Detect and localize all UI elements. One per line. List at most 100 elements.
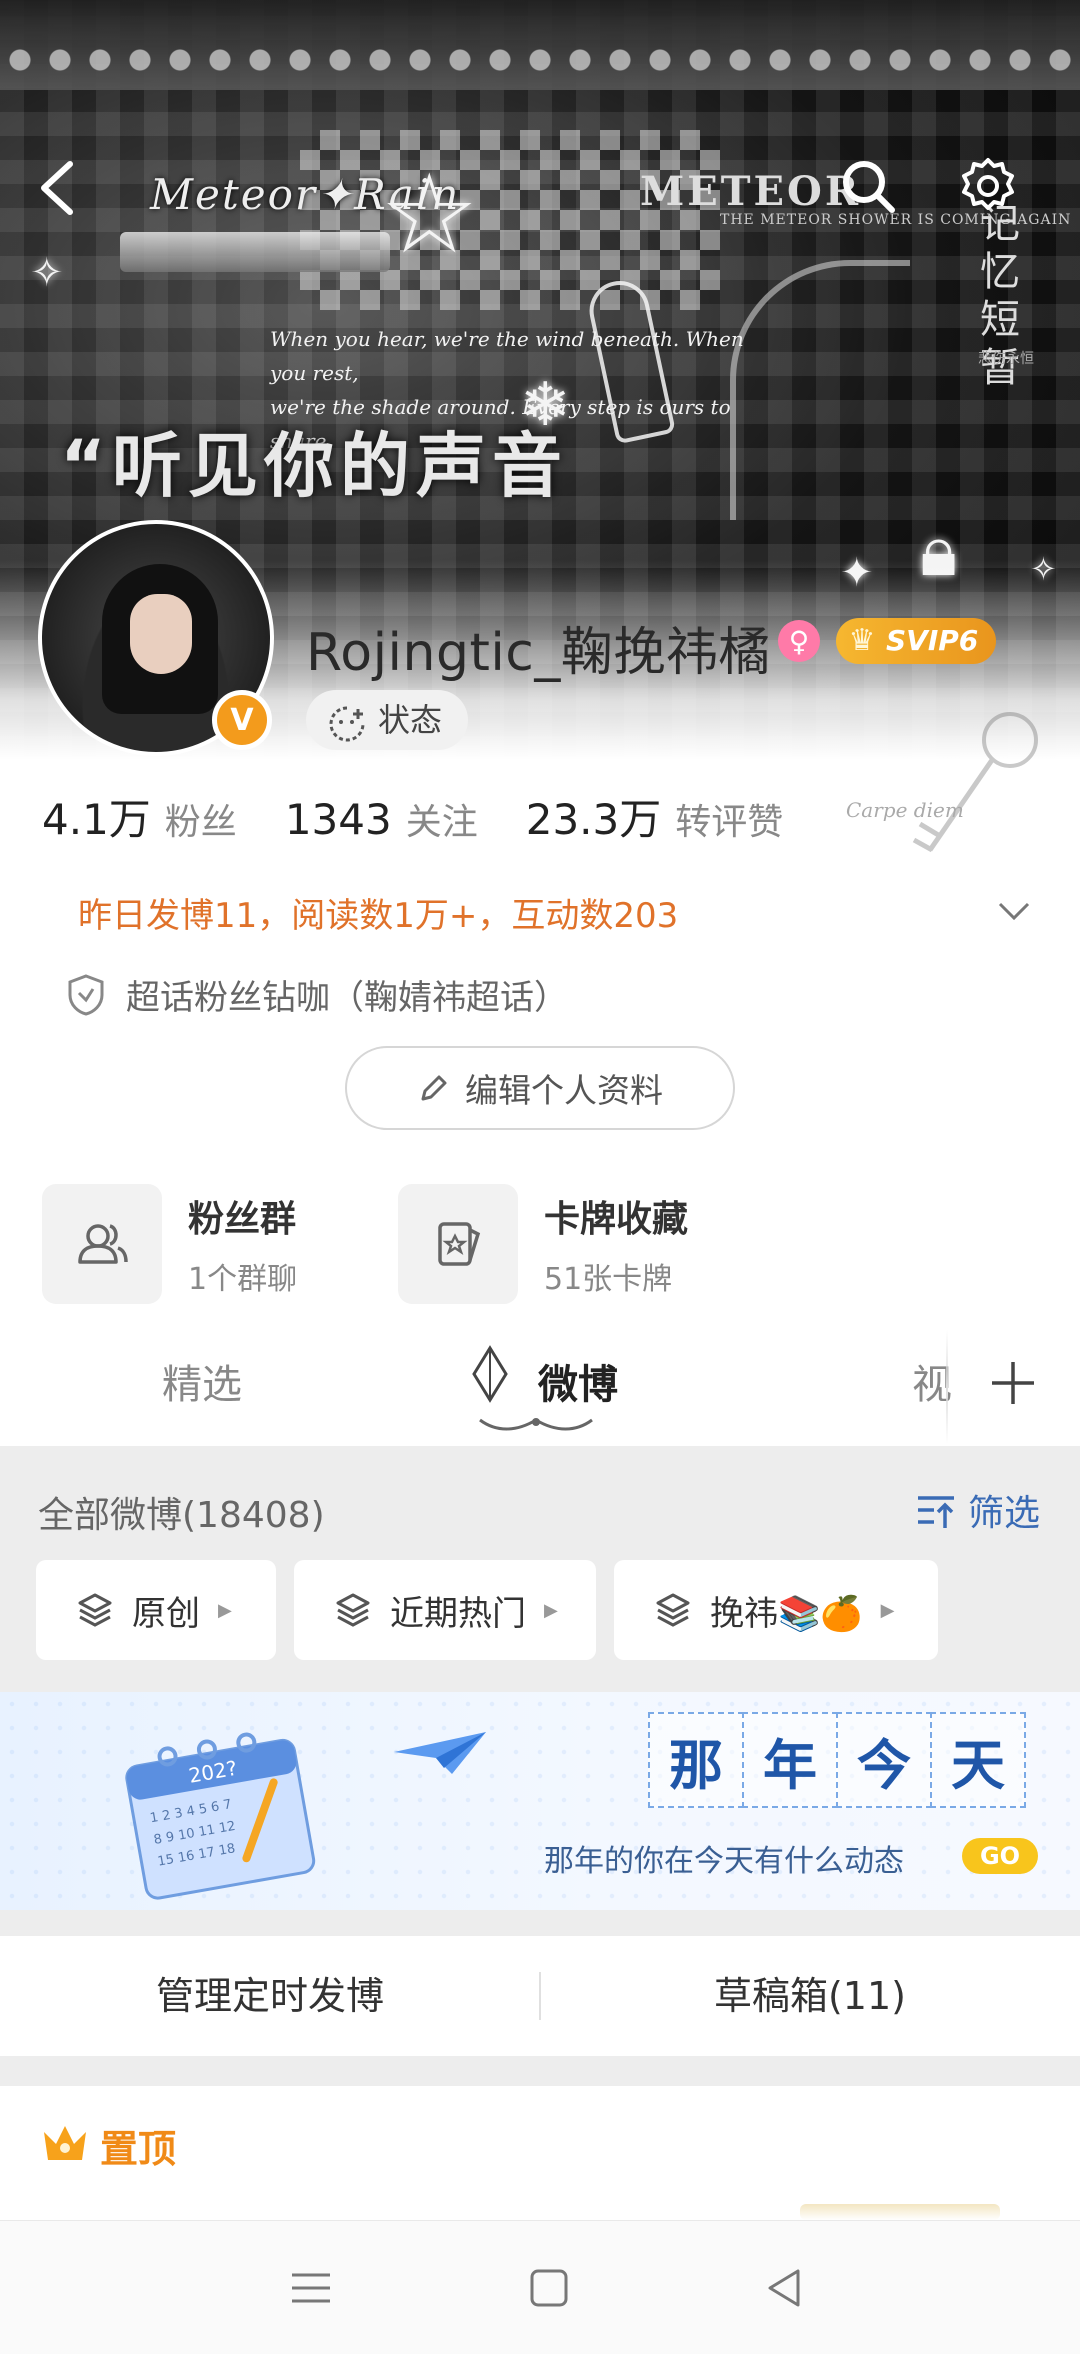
tab-badge-icon (472, 1345, 508, 1403)
profile-stats: 4.1万 粉丝 1343 关注 23.3万 转评赞 (42, 786, 831, 847)
chip-arrow-icon: ▶ (544, 1599, 558, 1621)
title-char: 天 (930, 1712, 1026, 1808)
card-collection-card[interactable]: 卡牌收藏 51张卡牌 (398, 1184, 688, 1304)
stat-followers[interactable]: 4.1万 粉丝 (42, 786, 237, 847)
shield-icon (68, 973, 104, 1016)
fan-group-title: 粉丝群 (188, 1199, 297, 1240)
lace-decoration (0, 0, 1080, 90)
layers-icon (656, 1593, 690, 1627)
avatar-container[interactable]: V (38, 520, 274, 756)
fan-group-sub: 1个群聊 (188, 1262, 298, 1297)
on-this-day-subtitle: 那年的你在今天有什么动态 (544, 1844, 904, 1879)
all-weibo-count: 全部微博(18408) (38, 1495, 325, 1536)
card-collection-icon-box (398, 1184, 518, 1304)
add-tab-icon[interactable] (986, 1356, 1040, 1410)
stat-number: 1343 (284, 795, 392, 844)
tab-featured[interactable]: 精选 (162, 1352, 242, 1410)
super-topic-fan[interactable]: 超话粉丝钻咖（鞠婧祎超话） (66, 970, 568, 1019)
checker-decoration (300, 130, 720, 310)
super-topic-label: 超话粉丝钻咖（鞠婧祎超话） (126, 978, 568, 1018)
title-char: 年 (742, 1712, 838, 1808)
stat-number: 23.3万 (525, 795, 662, 844)
filter-icon (918, 1496, 954, 1528)
status-button[interactable]: 状态 (306, 690, 469, 750)
chip-arrow-icon: ▶ (218, 1599, 232, 1621)
group-icon (78, 1224, 128, 1264)
sparkle-decoration: ✧ (1030, 550, 1057, 588)
svip-badge[interactable]: ♛ SVIP6 (836, 618, 997, 664)
on-this-day-banner[interactable]: 202? 1 2 3 4 5 6 7 8 9 10 11 12 15 16 17… (0, 1692, 1080, 1910)
star-decoration: ☆ (380, 150, 479, 278)
back-triangle-icon[interactable] (758, 2261, 812, 2315)
back-icon[interactable] (28, 156, 92, 220)
home-icon[interactable] (522, 2261, 576, 2315)
crown-icon (44, 2126, 86, 2160)
weibo-filter-section: 全部微博(18408) 筛选 原创 ▶ 近期热门 ▶ 挽祎📚🍊 ▶ (0, 1446, 1080, 1692)
bar-decoration (120, 232, 390, 272)
layers-icon (336, 1593, 370, 1627)
tab-weibo[interactable]: 微博 (538, 1352, 618, 1410)
search-icon[interactable] (836, 154, 900, 218)
banner-meteor-title: METEOR (640, 168, 862, 215)
filter-button[interactable]: 筛选 (914, 1484, 1040, 1536)
sparkle-decoration: ✦ (840, 550, 874, 596)
filter-label: 筛选 (968, 1493, 1041, 1534)
fan-group-icon-box (42, 1184, 162, 1304)
profile-tabs: 精选 微博 视 (0, 1330, 1080, 1444)
chip-recent-hot[interactable]: 近期热门 ▶ (294, 1560, 596, 1660)
crown-icon: ♛ (848, 623, 876, 658)
banner-chinese-title: “听见你的声音 (60, 425, 569, 507)
chip-custom[interactable]: 挽祎📚🍊 ▶ (614, 1560, 938, 1660)
verified-badge-icon: V (212, 690, 272, 750)
system-navigation-bar (0, 2220, 1080, 2354)
username: Rojingtic_鞠挽祎橘 (306, 623, 771, 683)
stat-interactions[interactable]: 23.3万 转评赞 (526, 786, 784, 847)
title-char: 那 (648, 1712, 744, 1808)
card-icon (438, 1222, 481, 1266)
fan-group-card[interactable]: 粉丝群 1个群聊 (42, 1184, 297, 1304)
status-label: 状态 (378, 701, 443, 739)
card-collection-title: 卡牌收藏 (544, 1199, 689, 1240)
add-status-icon (328, 702, 366, 742)
manage-row: 管理定时发博 草稿箱(11) (0, 1936, 1080, 2056)
stat-label: 转评赞 (675, 802, 784, 843)
chip-original[interactable]: 原创 ▶ (36, 1560, 276, 1660)
tab-chain-decoration (479, 1418, 593, 1431)
pinned-thumbnail[interactable] (800, 2204, 1000, 2220)
menu-icon[interactable] (284, 2261, 338, 2315)
snowflake-decoration: ❄ (520, 370, 571, 440)
paper-plane-icon (394, 1732, 486, 1774)
stat-number: 4.1万 (42, 795, 151, 844)
tabs-divider (946, 1330, 948, 1444)
settings-icon[interactable] (956, 154, 1020, 218)
go-button[interactable]: GO (962, 1838, 1038, 1874)
stat-following[interactable]: 1343 关注 (285, 793, 478, 845)
scheduled-posts-button[interactable]: 管理定时发博 (0, 1936, 540, 2056)
drafts-button[interactable]: 草稿箱(11) (540, 1936, 1080, 2056)
avatar-face (130, 594, 192, 674)
calendar-icon: 202? 1 2 3 4 5 6 7 8 9 10 11 12 15 16 17… (125, 1732, 316, 1900)
banner-vertical-small: 悲伤永恒 (978, 351, 1034, 367)
edit-profile-label: 编辑个人资料 (465, 1071, 663, 1110)
female-icon: ♀ (778, 620, 820, 662)
card-collection-sub: 51张卡牌 (544, 1262, 673, 1297)
pinned-label: 置顶 (100, 2127, 177, 2171)
carpe-decoration: Carpe diem (846, 798, 964, 822)
chip-label: 原创 (132, 1593, 200, 1634)
layers-icon (78, 1593, 112, 1627)
chip-label: 近期热门 (390, 1593, 526, 1634)
activity-summary[interactable]: 昨日发博11，阅读数1万+，互动数203 (78, 888, 678, 937)
on-this-day-title: 那 年 今 天 (648, 1712, 1026, 1808)
key-decoration (912, 712, 1038, 853)
svip-label: SVIP6 (886, 624, 979, 657)
chevron-down-icon[interactable] (994, 890, 1034, 930)
section-gap (0, 1910, 1080, 1936)
chip-arrow-icon: ▶ (880, 1599, 895, 1621)
pencil-icon (421, 1075, 447, 1101)
section-gap (0, 2056, 1080, 2086)
stat-label: 粉丝 (164, 802, 237, 843)
title-char: 今 (836, 1712, 932, 1808)
butterfly-decoration: ✧ (30, 250, 64, 296)
edit-profile-button[interactable]: 编辑个人资料 (345, 1046, 735, 1130)
stat-label: 关注 (405, 802, 478, 843)
